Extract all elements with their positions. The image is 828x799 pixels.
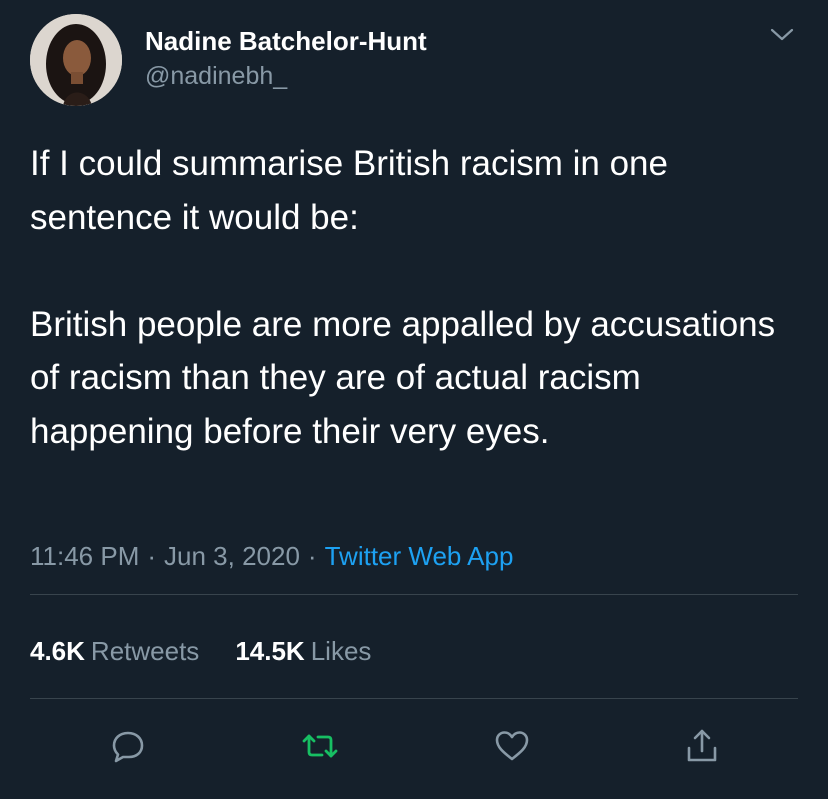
tweet-text: If I could summarise British racism in o… — [30, 144, 776, 451]
tweet-card: Nadine Batchelor-Hunt @nadinebh_ If I co… — [0, 0, 828, 799]
author-handle[interactable]: @nadinebh_ — [145, 62, 287, 91]
tweet-meta: 11:46 PM · Jun 3, 2020 · Twitter Web App — [30, 541, 513, 572]
heart-icon — [495, 731, 529, 761]
engagement-stats: 4.6K Retweets 14.5K Likes — [30, 636, 407, 667]
tweet-source-link[interactable]: Twitter Web App — [325, 541, 514, 571]
tweet-date[interactable]: Jun 3, 2020 — [164, 541, 300, 571]
reply-icon — [112, 731, 144, 763]
tweet-time[interactable]: 11:46 PM — [30, 541, 139, 571]
like-button[interactable] — [492, 726, 532, 766]
avatar[interactable] — [30, 14, 122, 106]
likes-stat[interactable]: 14.5K Likes — [235, 636, 371, 666]
retweets-count: 4.6K — [30, 636, 85, 666]
likes-label: Likes — [310, 636, 372, 666]
divider — [30, 594, 798, 595]
retweet-button[interactable] — [300, 726, 340, 766]
meta-separator: · — [147, 541, 157, 571]
retweets-stat[interactable]: 4.6K Retweets — [30, 636, 199, 666]
reply-button[interactable] — [108, 726, 148, 766]
retweets-label: Retweets — [90, 636, 200, 666]
retweet-icon — [302, 734, 338, 758]
chevron-down-icon[interactable] — [768, 24, 796, 46]
share-icon — [687, 729, 717, 762]
divider — [30, 698, 798, 699]
meta-separator: · — [307, 541, 317, 571]
share-button[interactable] — [682, 726, 722, 766]
author-name[interactable]: Nadine Batchelor-Hunt — [145, 26, 427, 57]
likes-count: 14.5K — [235, 636, 305, 666]
